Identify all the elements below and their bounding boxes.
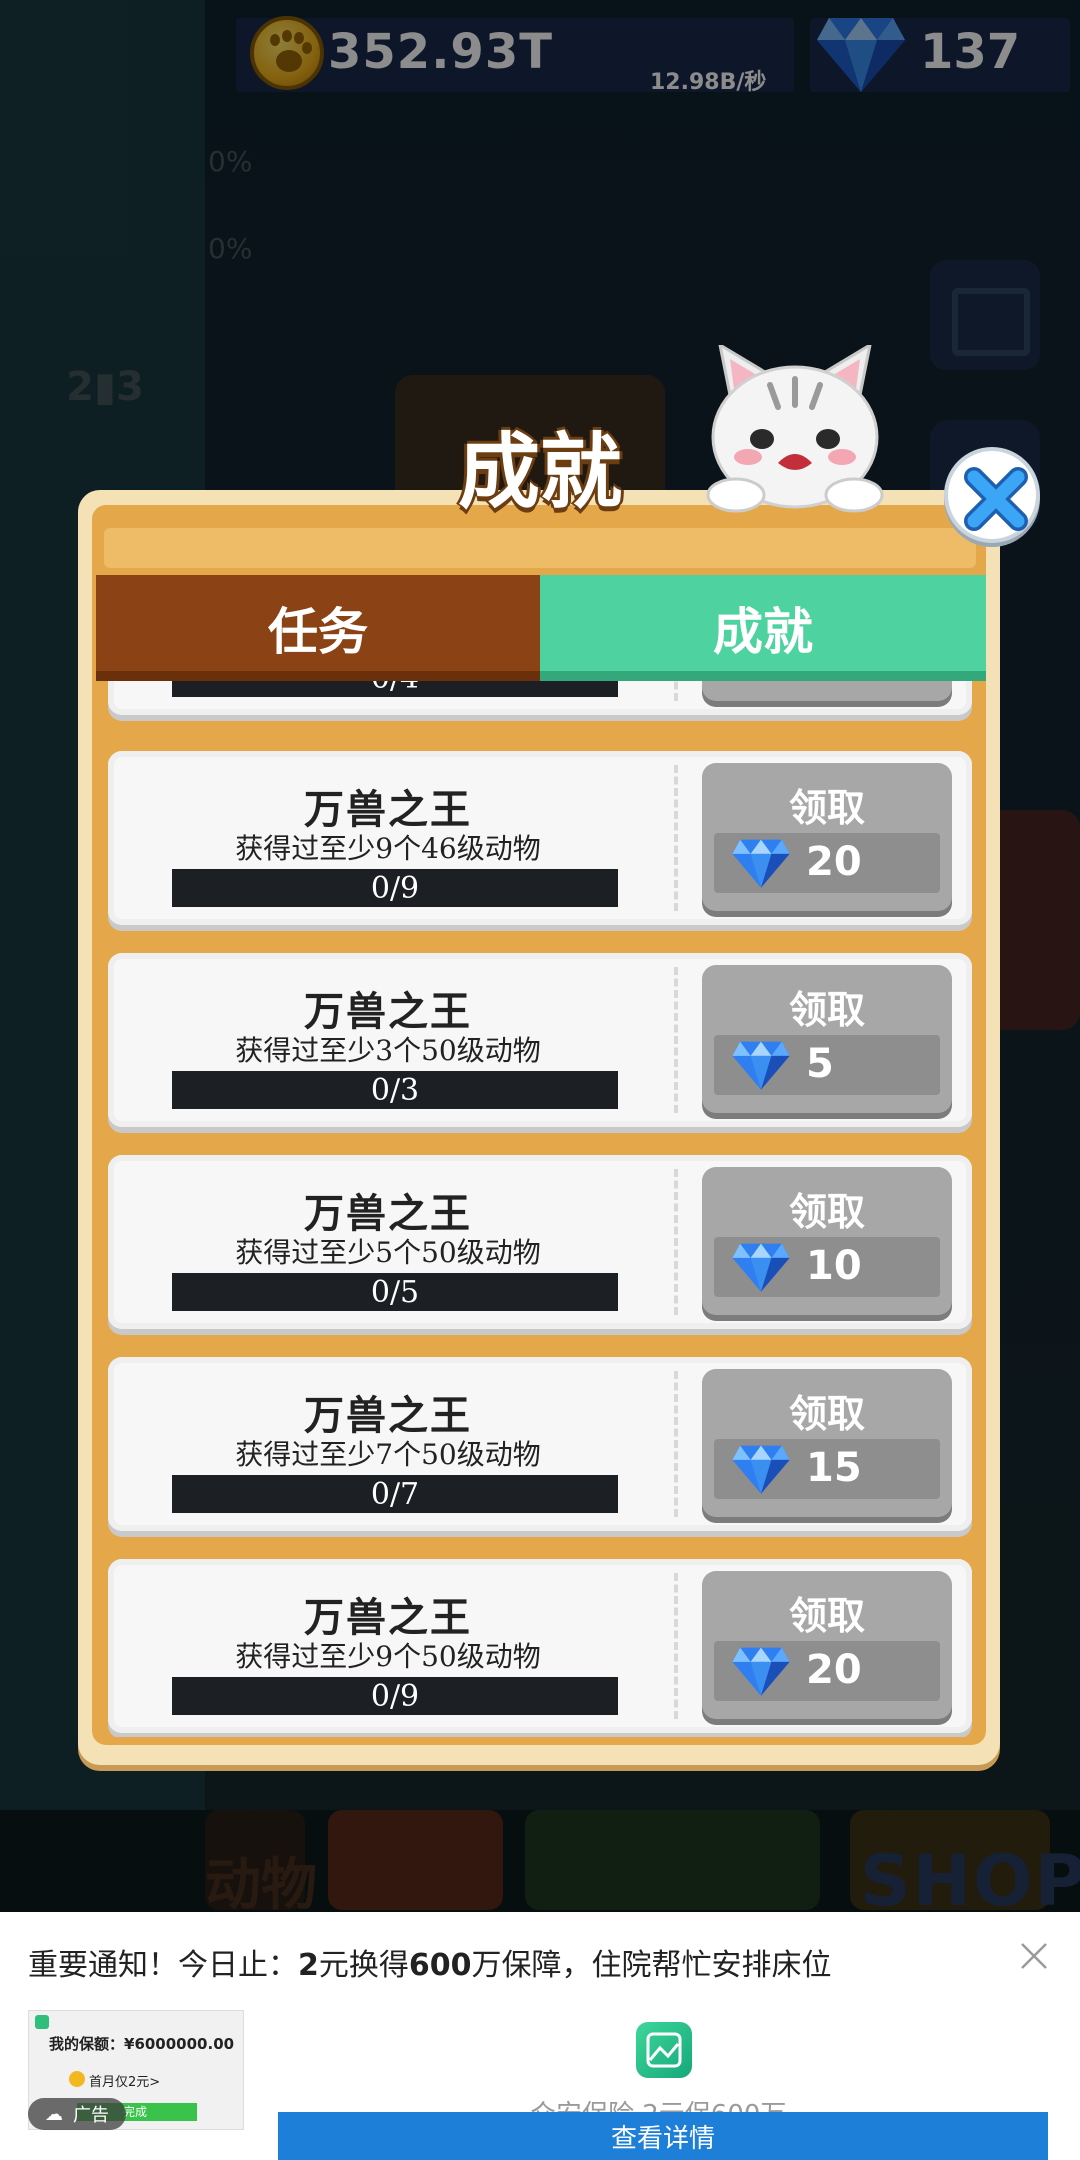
progress-bar: 0/4 (172, 681, 618, 697)
reward-value: 20 (806, 1647, 862, 1693)
coin-icon (69, 2071, 85, 2087)
insurance-app-icon[interactable] (636, 2022, 692, 2078)
claim-button[interactable]: 领取 10 (702, 1167, 952, 1315)
ad-tag-label: 广告 (73, 2105, 109, 2126)
reward-box: 20 (714, 1641, 940, 1701)
progress-bar: 0/9 (172, 1677, 618, 1715)
achievement-desc: 获得过至少7个50级动物 (235, 1438, 541, 1471)
list-item: 万兽之王 获得过至少3个50级动物 0/3 领取 5 (108, 953, 972, 1127)
ad-headline-part: 2 (298, 1948, 319, 1983)
view-details-button[interactable]: 查看详情 (278, 2112, 1048, 2160)
claim-button[interactable]: 领取 5 (702, 965, 952, 1113)
reward-box: 15 (714, 1439, 940, 1499)
close-button[interactable] (944, 447, 1040, 543)
close-icon (964, 467, 1028, 531)
ad-headline-part: 万保障，住院帮忙安排床位 (471, 1948, 832, 1983)
claim-button[interactable]: 领取 15 (702, 1369, 952, 1517)
progress-bar: 0/7 (172, 1475, 618, 1513)
achievement-desc: 获得过至少3个50级动物 (235, 1034, 541, 1067)
claim-button[interactable]: 领取 20 (702, 763, 952, 911)
tab-tasks[interactable]: 任务 (96, 575, 540, 681)
diamond-icon (732, 1647, 790, 1696)
diamond-icon (732, 839, 790, 888)
progress-bar: 0/9 (172, 869, 618, 907)
reward-value: 20 (806, 839, 862, 885)
claim-label: 领取 (788, 988, 865, 1032)
achievement-list[interactable]: 0/4 万兽之王 获得过至少9个46级动物 0/9 领取 20 万兽之王 获得过… (104, 681, 976, 1737)
list-item: 万兽之王 获得过至少5个50级动物 0/5 领取 10 (108, 1155, 972, 1329)
progress-bar: 0/3 (172, 1071, 618, 1109)
reward-box: 5 (714, 1035, 940, 1095)
claim-label: 领取 (788, 786, 865, 830)
ad-headline[interactable]: 重要通知！今日止：2元换得600万保障，住院帮忙安排床位 (28, 1940, 832, 1984)
list-item: 万兽之王 获得过至少7个50级动物 0/7 领取 15 (108, 1357, 972, 1531)
chart-wave-icon (646, 2032, 682, 2068)
cat-mascot-icon (706, 345, 884, 513)
dialog-header-strip (104, 528, 976, 568)
tab-achievements[interactable]: 成就 (540, 575, 986, 681)
ad-thumb-text: 我的保额：¥6000000.00 (49, 2035, 235, 2053)
reward-value: 15 (806, 1445, 862, 1491)
diamond-icon (732, 1041, 790, 1090)
ad-headline-part: 元换得 (318, 1948, 409, 1983)
reward-box: 20 (714, 833, 940, 893)
claim-button[interactable]: 领取 20 (702, 1571, 952, 1719)
reward-value: 10 (806, 1243, 862, 1289)
app-logo-icon (35, 2015, 49, 2029)
achievement-desc: 获得过至少9个50级动物 (235, 1640, 541, 1673)
list-item: 0/4 (108, 681, 972, 715)
progress-bar: 0/5 (172, 1273, 618, 1311)
reward-box: 10 (714, 1237, 940, 1297)
claim-label: 领取 (788, 1190, 865, 1234)
close-icon[interactable] (1018, 1940, 1050, 1972)
claim-label: 领取 (788, 1392, 865, 1436)
list-item: 万兽之王 获得过至少9个46级动物 0/9 领取 20 (108, 751, 972, 925)
ad-headline-part: 重要通知！今日止： (28, 1948, 298, 1983)
achievement-desc: 获得过至少5个50级动物 (235, 1236, 541, 1269)
claim-label: 领取 (788, 1594, 865, 1638)
list-item: 万兽之王 获得过至少9个50级动物 0/9 领取 20 (108, 1559, 972, 1733)
achievement-desc: 获得过至少9个46级动物 (235, 832, 541, 865)
ad-tag: ☁ 广告 (28, 2098, 126, 2130)
cloud-icon: ☁ (45, 2103, 63, 2125)
dialog-title: 成就 (457, 425, 622, 520)
diamond-icon (732, 1243, 790, 1292)
diamond-icon (732, 1445, 790, 1494)
claim-button[interactable] (702, 681, 952, 701)
ad-headline-part: 600 (408, 1948, 472, 1983)
reward-value: 5 (806, 1041, 834, 1087)
ad-thumb-text: 首月仅2元> (89, 2075, 161, 2090)
